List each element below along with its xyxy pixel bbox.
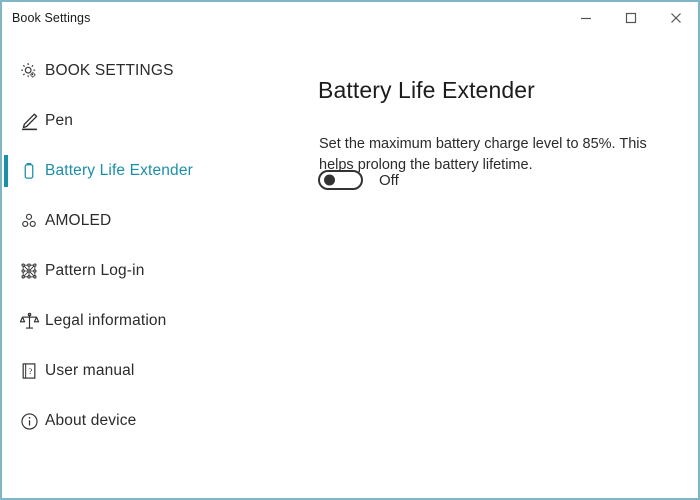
sidebar-item-legal-information[interactable]: Legal information <box>2 296 302 346</box>
sidebar-item-label: User manual <box>45 362 135 379</box>
content-panel: Battery Life Extender Set the maximum ba… <box>302 34 698 498</box>
toggle-state-label: Off <box>379 171 399 189</box>
sidebar-item-book-settings[interactable]: BOOK SETTINGS <box>2 46 302 96</box>
window-title: Book Settings <box>12 11 91 25</box>
pattern-grid-icon <box>16 258 42 284</box>
maximize-button[interactable] <box>608 2 653 34</box>
sidebar-nav: BOOK SETTINGS Pen Battery Life Extender … <box>2 34 302 498</box>
svg-text:?: ? <box>28 366 32 376</box>
pen-icon <box>16 108 42 134</box>
amoled-dots-icon <box>16 208 42 234</box>
title-bar: Book Settings <box>2 2 698 34</box>
sidebar-item-label: Legal information <box>45 312 167 329</box>
info-circle-icon <box>16 408 42 434</box>
sidebar-item-user-manual[interactable]: ? User manual <box>2 346 302 396</box>
sidebar-item-pattern-login[interactable]: Pattern Log-in <box>2 246 302 296</box>
minimize-button[interactable] <box>563 2 608 34</box>
sidebar-item-label: About device <box>45 412 137 429</box>
battery-icon <box>16 158 42 184</box>
window-controls <box>563 2 698 34</box>
scales-icon <box>16 308 42 334</box>
sidebar-item-about-device[interactable]: About device <box>2 396 302 446</box>
battery-extender-toggle-row: Off <box>318 170 399 190</box>
close-button[interactable] <box>653 2 698 34</box>
battery-extender-toggle[interactable] <box>318 170 363 190</box>
sidebar-item-label: Pattern Log-in <box>45 262 145 279</box>
sidebar-item-label: Battery Life Extender <box>45 162 193 179</box>
sidebar-item-pen[interactable]: Pen <box>2 96 302 146</box>
app-window: Book Settings BOOK SETTINGS Pen Battery … <box>0 0 700 500</box>
sidebar-item-label: Pen <box>45 112 74 129</box>
sidebar-item-label: AMOLED <box>45 212 112 229</box>
gear-icon <box>16 58 42 84</box>
page-title: Battery Life Extender <box>318 77 535 104</box>
selection-indicator <box>4 155 8 187</box>
manual-book-icon: ? <box>16 358 42 384</box>
toggle-knob <box>324 174 335 186</box>
sidebar-item-amoled[interactable]: AMOLED <box>2 196 302 246</box>
sidebar-item-label: BOOK SETTINGS <box>45 62 174 79</box>
sidebar-item-battery-life-extender[interactable]: Battery Life Extender <box>2 146 302 196</box>
